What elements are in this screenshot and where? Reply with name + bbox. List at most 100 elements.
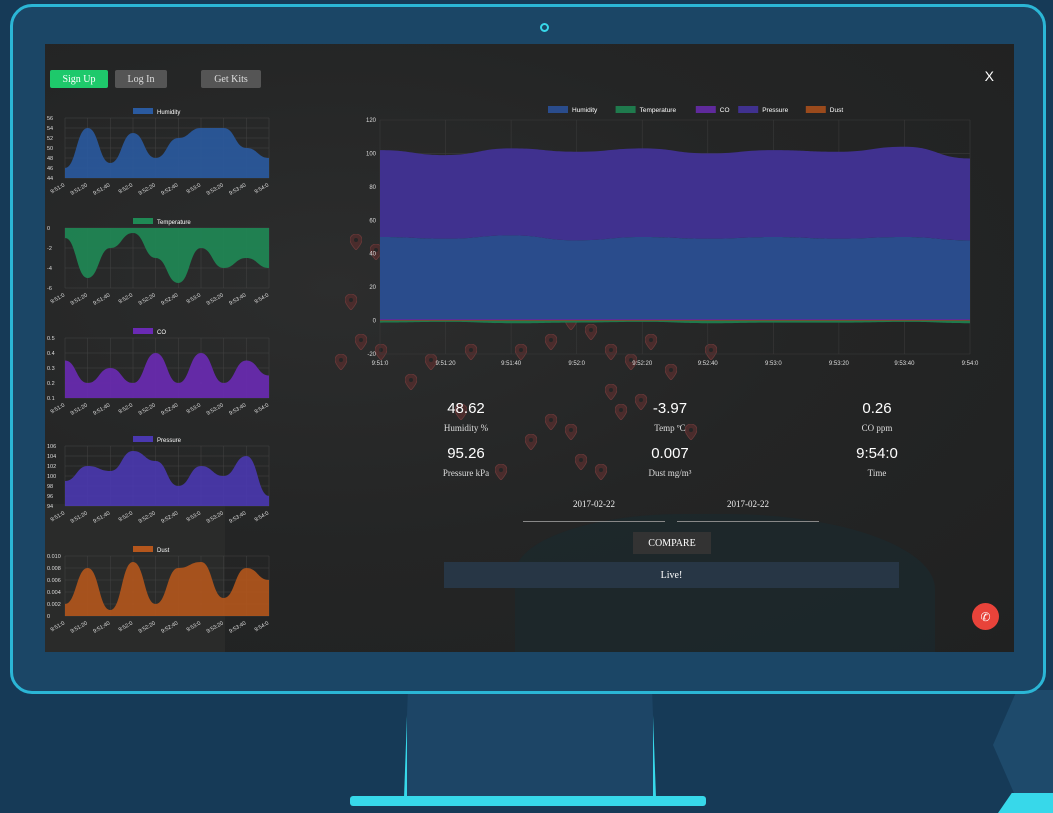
y-tick-label: 96 [47, 494, 53, 500]
log-in-button[interactable]: Log In [115, 70, 167, 88]
get-kits-button[interactable]: Get Kits [201, 70, 261, 88]
x-tick-label: 9:51:40 [92, 403, 111, 417]
x-tick-label: 9:52:40 [698, 361, 719, 367]
map-pin-icon[interactable] [545, 414, 557, 430]
time-label: Time [867, 468, 887, 478]
x-tick-label: 9:53:40 [228, 183, 247, 197]
y-tick-label: 46 [47, 166, 53, 172]
y-tick-label: 0 [47, 614, 50, 620]
y-tick-label: 0.002 [47, 602, 61, 608]
legend-swatch [133, 218, 153, 224]
area-temperature [380, 320, 970, 324]
map-pin-icon[interactable] [335, 354, 347, 370]
close-button[interactable]: X [985, 68, 994, 84]
y-tick-label: 0.010 [47, 554, 61, 560]
x-tick-label: 9:51:40 [92, 511, 111, 525]
x-tick-label: 9:51:20 [70, 511, 89, 525]
y-tick-label: 0.006 [47, 578, 61, 584]
humidity-value: 48.62 [447, 400, 485, 417]
x-tick-label: 9:53:20 [206, 183, 225, 197]
area-pressure [65, 451, 269, 506]
x-tick-label: 9:54:0 [254, 403, 270, 416]
x-tick-label: 9:54:0 [254, 621, 270, 634]
legend-swatch [133, 328, 153, 334]
y-tick-label: 102 [47, 464, 56, 470]
time-value: 9:54:0 [856, 445, 898, 462]
temp-value: -3.97 [652, 400, 688, 417]
legend-swatch [615, 106, 636, 113]
legend-swatch [133, 436, 153, 442]
live-button[interactable]: Live! [444, 562, 899, 588]
x-tick-label: 9:51:40 [92, 293, 111, 307]
x-tick-label: 9:52:0 [118, 511, 134, 524]
legend-label: Temperature [640, 107, 677, 114]
map-pin-icon[interactable] [525, 434, 537, 450]
map-pin-icon[interactable] [575, 454, 587, 470]
area-dust [65, 562, 269, 616]
compare-button[interactable]: COMPARE [633, 532, 711, 554]
x-tick-label: 9:53:0 [186, 403, 202, 416]
legend-label: Pressure [762, 107, 788, 114]
combined-chart: Humidity Temperature CO Pressure Dust 120 100 8… [366, 106, 979, 367]
x-tick-label: 9:52:20 [138, 511, 157, 525]
x-tick-label: 9:51:0 [50, 621, 66, 634]
x-tick-label: 9:53:40 [228, 511, 247, 525]
date-from-input[interactable]: 2017-02-22 [523, 499, 665, 522]
y-tick-label: 56 [47, 116, 53, 122]
x-tick-label: 9:51:0 [372, 361, 389, 367]
legend-label: Pressure [157, 438, 182, 444]
y-tick-label: -6 [47, 286, 52, 292]
area-co [65, 353, 269, 398]
map-pin-icon[interactable] [595, 464, 607, 480]
legend-label: Humidity [572, 107, 598, 114]
date-to-input[interactable]: 2017-02-22 [677, 499, 819, 522]
map-pin-icon[interactable] [605, 384, 617, 400]
y-tick-label: 50 [47, 146, 53, 152]
y-tick-label: 0.1 [47, 396, 55, 402]
mini-chart-co: CO 0.5 0.4 0.3 0.2 0.19:51:0 9:51:20 9:51:40 9:5… [47, 328, 270, 417]
sign-up-button[interactable]: Sign Up [50, 70, 108, 88]
y-tick-label: 80 [369, 185, 376, 191]
x-tick-label: 9:53:20 [206, 511, 225, 525]
map-pin-icon[interactable] [405, 374, 417, 390]
x-tick-label: 9:52:20 [138, 621, 157, 635]
legend-swatch [133, 546, 153, 552]
y-tick-label: 44 [47, 176, 53, 182]
legend-label: CO [157, 330, 166, 336]
x-tick-label: 9:54:0 [254, 511, 270, 524]
dust-value: 0.007 [651, 445, 689, 462]
y-tick-label: 0.008 [47, 566, 61, 572]
y-tick-label: 40 [369, 252, 376, 258]
mini-chart-pressure: Pressure1061041021009896949:51:0 9:51:20 9… [47, 436, 270, 525]
mini-chart-humidity: Humidity 56 54 52 50 48 46 449:51:0 9:51:20 9:51:… [47, 108, 270, 197]
area-humidity [380, 235, 970, 321]
x-tick-label: 9:53:0 [765, 361, 782, 367]
legend-swatch [805, 106, 826, 113]
x-tick-label: 9:53:20 [206, 403, 225, 417]
x-tick-label: 9:54:0 [254, 293, 270, 306]
x-tick-label: 9:51:0 [50, 183, 66, 196]
legend-label: Dust [830, 107, 844, 114]
map-pin-icon[interactable] [565, 424, 577, 440]
y-tick-label: 0.004 [47, 590, 61, 596]
monitor-stand-neck [404, 694, 656, 798]
x-tick-label: 9:52:40 [160, 511, 179, 525]
y-tick-label: -4 [47, 266, 52, 272]
x-tick-label: 9:53:0 [186, 183, 202, 196]
y-tick-label: 0.2 [47, 381, 55, 387]
y-tick-label: 52 [47, 136, 53, 142]
x-tick-label: 9:52:0 [118, 403, 134, 416]
background-hexagon-accent [998, 793, 1053, 813]
y-tick-label: 98 [47, 484, 53, 490]
y-tick-label: 120 [366, 118, 377, 124]
pressure-value: 95.26 [447, 445, 485, 462]
y-tick-label: 0.3 [47, 366, 55, 372]
legend-label: CO [720, 107, 730, 114]
x-tick-label: 9:51:40 [501, 361, 522, 367]
phone-call-icon[interactable]: ✆ [972, 603, 999, 630]
x-tick-label: 9:52:40 [160, 621, 179, 635]
x-tick-label: 9:51:0 [50, 403, 66, 416]
mini-chart-temperature: Temperature 0 -2 -4 -69:51:0 9:51:20 9:51:40 9:… [47, 218, 270, 307]
app-screen: Sign Up Log In Get Kits X Humidity 56 54 52… [45, 44, 1014, 652]
y-tick-label: 0.4 [47, 351, 55, 357]
